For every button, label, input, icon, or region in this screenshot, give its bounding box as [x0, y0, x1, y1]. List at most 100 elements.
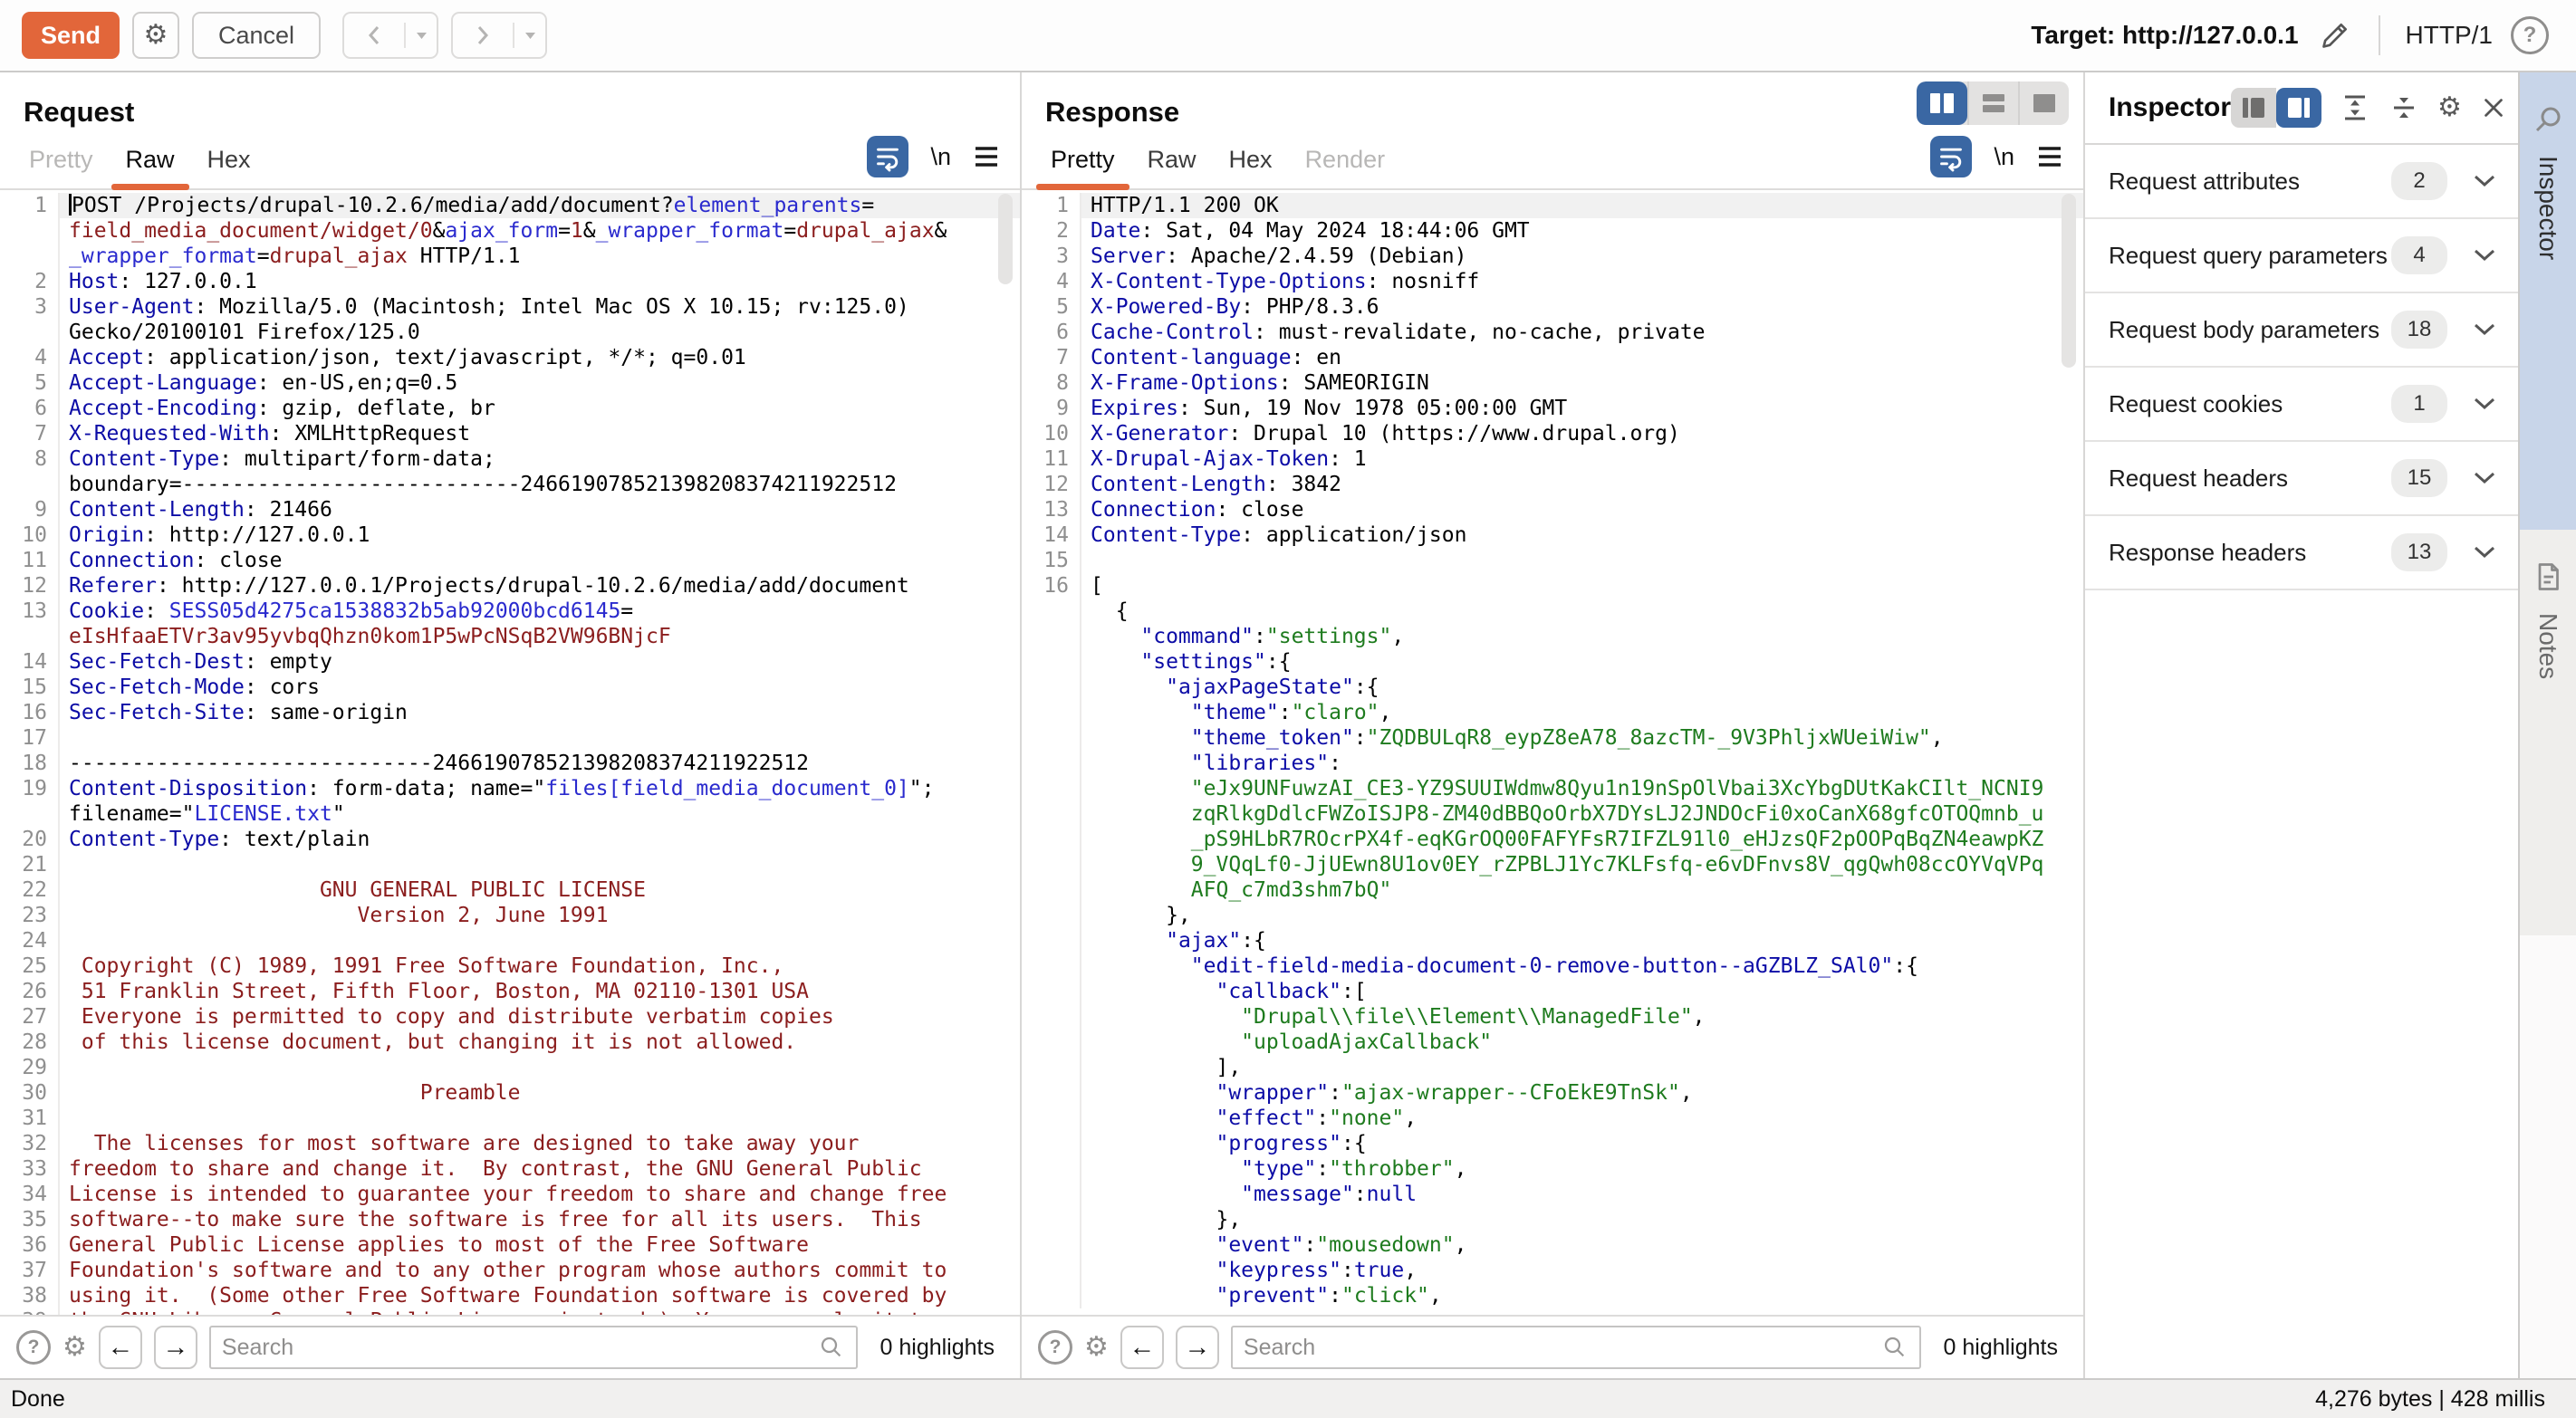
section-response-headers[interactable]: Response headers 13 [2085, 516, 2518, 590]
back-button[interactable] [342, 12, 438, 59]
search-settings-icon[interactable]: ⚙ [1084, 1334, 1109, 1361]
inspector-layout-right-button[interactable] [2276, 88, 2321, 128]
request-scrollbar[interactable] [998, 194, 1013, 284]
section-request-body-parameters[interactable]: Request body parameters 18 [2085, 293, 2518, 368]
tab-hex[interactable]: Hex [1213, 146, 1289, 188]
http-version-label[interactable]: HTTP/1 [2406, 21, 2493, 50]
tab-pretty[interactable]: Pretty [1034, 146, 1131, 188]
code-line: 37Foundation's software and to any other… [0, 1258, 1020, 1283]
side-tab-notes[interactable]: Notes [2520, 530, 2576, 935]
inspector-layout-left-button[interactable] [2231, 88, 2276, 128]
search-next-button[interactable]: → [154, 1326, 197, 1369]
menu-icon[interactable] [2036, 145, 2063, 168]
layout-single-button[interactable] [2018, 81, 2069, 125]
response-scrollbar[interactable] [2062, 194, 2076, 368]
search-help-icon[interactable]: ? [1038, 1330, 1072, 1365]
code-line: field_media_document/widget/0&ajax_form=… [0, 218, 1020, 244]
edit-target-button[interactable] [2317, 17, 2353, 53]
code-line: "prevent":"click", [1022, 1283, 2083, 1308]
code-line: ], [1022, 1055, 2083, 1080]
section-request-query-parameters[interactable]: Request query parameters 4 [2085, 219, 2518, 293]
code-line: 2Host: 127.0.0.1 [0, 269, 1020, 294]
search-settings-icon[interactable]: ⚙ [62, 1334, 87, 1361]
search-next-button[interactable]: → [1176, 1326, 1219, 1369]
inspector-icon [2532, 103, 2564, 136]
chevron-down-icon [2473, 545, 2496, 560]
code-line: 8Content-Type: multipart/form-data; [0, 446, 1020, 472]
code-line: 17 [0, 725, 1020, 751]
code-line: 6Cache-Control: must-revalidate, no-cach… [1022, 320, 2083, 345]
chevron-down-icon [2473, 471, 2496, 485]
response-metrics: 4,276 bytes | 428 millis [2315, 1386, 2545, 1413]
code-line: 13Cookie: SESS05d4275ca1538832b5ab92000b… [0, 599, 1020, 624]
tab-pretty[interactable]: Pretty [13, 146, 110, 188]
count-badge: 1 [2391, 385, 2447, 423]
inspector-title: Inspector [2109, 92, 2231, 123]
code-line: 9Content-Length: 21466 [0, 497, 1020, 522]
forward-dropdown-button[interactable] [514, 14, 545, 57]
inspector-panel: Inspector ⚙ [2085, 72, 2518, 1378]
count-badge: 4 [2391, 236, 2447, 274]
search-prev-button[interactable]: ← [1120, 1326, 1164, 1369]
cancel-button[interactable]: Cancel [192, 12, 321, 59]
code-line: "command":"settings", [1022, 624, 2083, 649]
code-line: 6Accept-Encoding: gzip, deflate, br [0, 396, 1020, 421]
collapse-all-icon[interactable] [2389, 92, 2419, 123]
response-editor[interactable]: 1HTTP/1.1 200 OK2Date: Sat, 04 May 2024 … [1022, 190, 2083, 1315]
code-line: 26 51 Franklin Street, Fifth Floor, Bost… [0, 979, 1020, 1004]
request-tabs: Pretty Raw Hex \n [0, 134, 1020, 190]
code-line: zqRlkgDdlcFWZoISJP8-ZM40dBBQoOrbX7DYsLJ2… [1022, 801, 2083, 827]
code-line: "libraries": [1022, 751, 2083, 776]
code-line: "uploadAjaxCallback" [1022, 1030, 2083, 1055]
search-help-icon[interactable]: ? [16, 1330, 51, 1365]
code-line: 1HTTP/1.1 200 OK [1022, 193, 2083, 218]
word-wrap-icon[interactable] [1930, 136, 1972, 177]
show-newlines-icon[interactable]: \n [930, 143, 951, 171]
expand-all-icon[interactable] [2340, 92, 2370, 123]
code-line: eIsHfaaETVr3av95yvbqQhzn0kom1P5wPcNSqB2V… [0, 624, 1020, 649]
layout-columns-button[interactable] [1917, 81, 1967, 125]
tab-render[interactable]: Render [1289, 146, 1402, 188]
code-line: AFQ_c7md3shm7bQ" [1022, 877, 2083, 903]
tab-raw[interactable]: Raw [1131, 146, 1213, 188]
back-dropdown-button[interactable] [406, 14, 437, 57]
code-line: 32 The licenses for most software are de… [0, 1131, 1020, 1156]
notes-icon [2532, 560, 2564, 593]
search-icon [1881, 1334, 1908, 1361]
code-line: 16[ [1022, 573, 2083, 599]
gear-icon: ⚙ [144, 22, 168, 49]
show-newlines-icon[interactable]: \n [1994, 143, 2014, 171]
menu-icon[interactable] [973, 145, 1000, 168]
search-input[interactable] [222, 1335, 818, 1361]
code-line: 15 [1022, 548, 2083, 573]
inspector-settings-icon[interactable]: ⚙ [2437, 94, 2462, 121]
request-search-field [209, 1326, 858, 1369]
search-input[interactable] [1244, 1335, 1881, 1361]
tab-hex[interactable]: Hex [191, 146, 267, 188]
status-bar: Done 4,276 bytes | 428 millis [0, 1378, 2576, 1418]
send-settings-button[interactable]: ⚙ [132, 12, 179, 59]
request-editor[interactable]: 1POST /Projects/drupal-10.2.6/media/add/… [0, 190, 1020, 1315]
forward-button[interactable] [451, 12, 547, 59]
layout-rows-button[interactable] [1967, 81, 2018, 125]
code-line: filename="LICENSE.txt" [0, 801, 1020, 827]
code-line: Gecko/20100101 Firefox/125.0 [0, 320, 1020, 345]
response-tabs: Pretty Raw Hex Render \n [1022, 134, 2083, 190]
side-tab-inspector[interactable]: Inspector [2520, 72, 2576, 530]
section-request-headers[interactable]: Request headers 15 [2085, 442, 2518, 516]
code-line: 10Origin: http://127.0.0.1 [0, 522, 1020, 548]
help-icon[interactable]: ? [2511, 16, 2549, 54]
search-prev-button[interactable]: ← [99, 1326, 142, 1369]
send-button[interactable]: Send [22, 12, 120, 59]
code-line: "theme":"claro", [1022, 700, 2083, 725]
code-line: 3User-Agent: Mozilla/5.0 (Macintosh; Int… [0, 294, 1020, 320]
word-wrap-icon[interactable] [867, 136, 908, 177]
code-line: "eJx9UNFuwzAI_CE3-YZ9SUUIWdmw8Qyu1n19nSp… [1022, 776, 2083, 801]
code-line: 20Content-Type: text/plain [0, 827, 1020, 852]
section-request-cookies[interactable]: Request cookies 1 [2085, 368, 2518, 442]
section-request-attributes[interactable]: Request attributes 2 [2085, 145, 2518, 219]
code-line: 21 [0, 852, 1020, 877]
code-line: "Drupal\\file\\Element\\ManagedFile", [1022, 1004, 2083, 1030]
close-icon[interactable] [2480, 94, 2507, 121]
tab-raw[interactable]: Raw [110, 146, 191, 188]
